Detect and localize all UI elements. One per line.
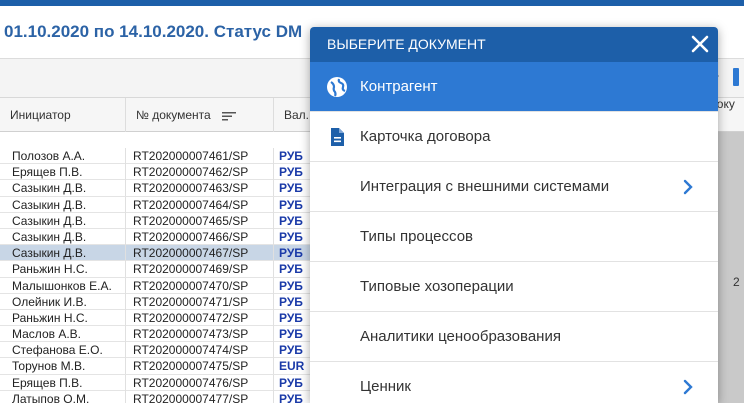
cell-currency: РУБ (279, 391, 303, 403)
cell-doc-number: RT202000007465/SP (126, 212, 274, 229)
column-header-doc-number[interactable]: № документа (126, 98, 274, 132)
column-header-currency[interactable]: Вал. (274, 98, 314, 132)
cell-initiator: Маслов А.В. (0, 326, 126, 343)
cell-initiator: Полозов А.А. (0, 148, 126, 164)
cell-initiator: Раньжин Н.С. (0, 261, 126, 278)
cell-currency: РУБ (279, 327, 303, 342)
cell-doc-number: RT202000007463/SP (126, 180, 274, 197)
column-header-label: № документа (136, 108, 211, 122)
cell-currency: РУБ (279, 375, 303, 390)
cell-initiator: Сазыкин Д.В. (0, 212, 126, 229)
menu-item[interactable]: Интеграция с внешними системами (310, 162, 718, 212)
cell-currency: РУБ (279, 262, 303, 277)
cell-initiator: Малышонков Е.А. (0, 277, 126, 294)
cell-currency: РУБ (279, 213, 303, 228)
cell-currency: РУБ (279, 181, 303, 196)
cell-doc-number: RT202000007464/SP (126, 196, 274, 213)
cell-doc-number: RT202000007470/SP (126, 277, 274, 294)
cell-initiator: Торунов М.В. (0, 358, 126, 375)
cell-currency: РУБ (279, 229, 303, 244)
menu-item[interactable]: Контрагент (310, 62, 718, 112)
cell-currency: РУБ (279, 310, 303, 325)
menu-item[interactable]: Аналитики ценообразования (310, 312, 718, 362)
cell-currency: РУБ (279, 343, 303, 358)
cell-doc-number: RT202000007473/SP (126, 326, 274, 343)
cell-initiator: Сазыкин Д.В. (0, 196, 126, 213)
cell-doc-number: RT202000007476/SP (126, 374, 274, 391)
menu-item[interactable]: Карточка договора (310, 112, 718, 162)
menu-item-label: Типы процессов (360, 228, 474, 245)
cell-initiator: Сазыкин Д.В. (0, 180, 126, 197)
cell-doc-number: RT202000007471/SP (126, 293, 274, 310)
menu-item-label: Контрагент (360, 78, 438, 95)
cell-currency: РУБ (279, 294, 303, 309)
close-icon[interactable] (690, 34, 710, 54)
cell-doc-number: RT202000007466/SP (126, 228, 274, 245)
cell-doc-number: RT202000007469/SP (126, 261, 274, 278)
cell-currency: РУБ (279, 197, 303, 212)
cell-doc-number: RT202000007475/SP (126, 358, 274, 375)
menu-item[interactable]: Типы процессов (310, 212, 718, 262)
globe-icon (326, 76, 348, 98)
cell-initiator: Сазыкин Д.В. (0, 228, 126, 245)
menu-item-label: Интеграция с внешними системами (360, 178, 610, 195)
table-right-value: 2 (733, 275, 740, 289)
cell-doc-number: RT202000007461/SP (126, 148, 274, 164)
cell-currency: РУБ (279, 278, 303, 293)
menu-item-label: Карточка договора (360, 128, 491, 145)
page-title: 01.10.2020 по 14.10.2020. Статус DM (4, 22, 303, 41)
cell-currency: РУБ (279, 149, 303, 163)
cell-doc-number: RT202000007477/SP (126, 390, 274, 403)
menu-item-label: Типовые хозоперации (360, 278, 514, 295)
cell-initiator: Раньжин Н.С. (0, 309, 126, 326)
document-icon (326, 126, 348, 148)
select-document-dialog: ВЫБЕРИТЕ ДОКУМЕНТ Контрагент Карточка дог… (310, 27, 718, 403)
menu-item[interactable]: Типовые хозоперации (310, 262, 718, 312)
cell-doc-number: RT202000007472/SP (126, 309, 274, 326)
sort-icon[interactable] (222, 111, 237, 121)
column-header-initiator[interactable]: Инициатор (0, 98, 126, 132)
cell-currency: РУБ (279, 165, 303, 180)
cell-initiator: Стефанова Е.О. (0, 342, 126, 359)
cell-currency: РУБ (279, 246, 303, 261)
cell-initiator: Олейник И.В. (0, 293, 126, 310)
menu-item[interactable]: Ценник (310, 362, 718, 403)
dialog-title: ВЫБЕРИТЕ ДОКУМЕНТ (310, 27, 718, 62)
chevron-right-icon (682, 179, 694, 195)
cell-doc-number: RT202000007462/SP (126, 164, 274, 181)
cell-initiator: Латыпов О.М. (0, 390, 126, 403)
menu-item-label: Ценник (360, 378, 411, 395)
chevron-right-icon (682, 379, 694, 395)
cell-doc-number: RT202000007474/SP (126, 342, 274, 359)
cell-doc-number: RT202000007467/SP (126, 245, 274, 262)
top-bar (0, 0, 744, 6)
cell-currency: EUR (279, 359, 305, 374)
table-right-area (716, 132, 744, 403)
cell-initiator: Ерящев П.В. (0, 374, 126, 391)
cell-initiator: Ерящев П.В. (0, 164, 126, 181)
cell-initiator: Сазыкин Д.В. (0, 245, 126, 262)
menu-item-label: Аналитики ценообразования (360, 328, 561, 345)
